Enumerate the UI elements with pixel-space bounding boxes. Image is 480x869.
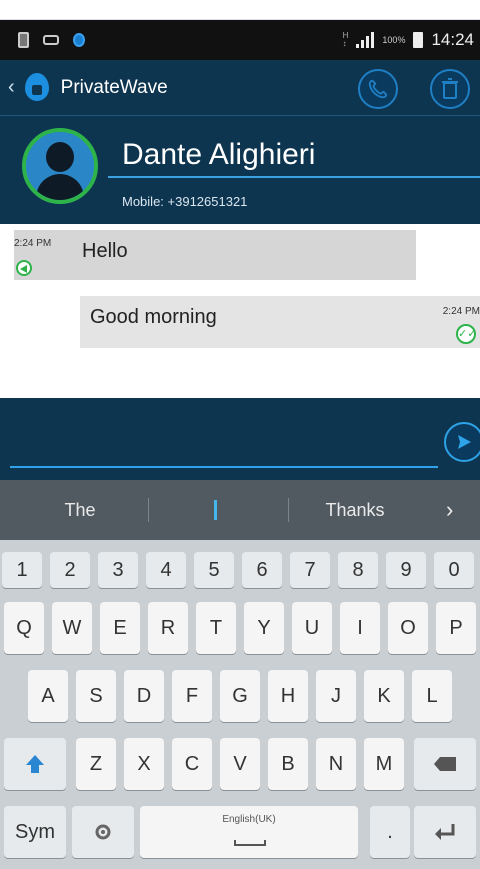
suggestion-divider bbox=[288, 498, 289, 522]
suggestion-left[interactable]: The bbox=[30, 480, 130, 540]
contact-header: Dante Alighieri Mobile: +3912651321 bbox=[0, 116, 480, 224]
key-6[interactable]: 6 bbox=[242, 552, 282, 588]
key-m[interactable]: M bbox=[364, 738, 404, 790]
key-f[interactable]: F bbox=[172, 670, 212, 722]
battery-notification-icon bbox=[18, 32, 29, 48]
message-outgoing[interactable]: Good morning 2:24 PM ✓✓ bbox=[80, 296, 480, 348]
key-u[interactable]: U bbox=[292, 602, 332, 654]
back-chevron-icon[interactable]: ‹ bbox=[8, 76, 15, 99]
key-h[interactable]: H bbox=[268, 670, 308, 722]
backspace-key[interactable] bbox=[414, 738, 476, 790]
key-d[interactable]: D bbox=[124, 670, 164, 722]
key-x[interactable]: X bbox=[124, 738, 164, 790]
key-y[interactable]: Y bbox=[244, 602, 284, 654]
signal-icon bbox=[356, 32, 375, 48]
key-n[interactable]: N bbox=[316, 738, 356, 790]
key-b[interactable]: B bbox=[268, 738, 308, 790]
message-incoming[interactable]: 2:24 PM Hello bbox=[14, 230, 416, 280]
battery-percent: 100% bbox=[382, 35, 406, 45]
shift-key[interactable] bbox=[4, 738, 66, 790]
app-bar: ‹ PrivateWave bbox=[0, 60, 480, 116]
backspace-icon bbox=[434, 757, 456, 771]
contact-name: Dante Alighieri bbox=[122, 138, 316, 171]
enter-return-icon bbox=[435, 824, 455, 840]
key-p[interactable]: P bbox=[436, 602, 476, 654]
delivered-check-icon: ✓✓ bbox=[456, 324, 476, 344]
privatewave-notification-icon bbox=[73, 33, 85, 47]
space-key[interactable]: English(UK) bbox=[140, 806, 358, 858]
key-e[interactable]: E bbox=[100, 602, 140, 654]
key-3[interactable]: 3 bbox=[98, 552, 138, 588]
key-j[interactable]: J bbox=[316, 670, 356, 722]
key-i[interactable]: I bbox=[340, 602, 380, 654]
compose-bar bbox=[0, 398, 480, 480]
call-button[interactable] bbox=[358, 69, 398, 109]
key-g[interactable]: G bbox=[220, 670, 260, 722]
message-text: Hello bbox=[82, 240, 128, 262]
key-8[interactable]: 8 bbox=[338, 552, 378, 588]
name-divider bbox=[108, 176, 480, 178]
key-5[interactable]: 5 bbox=[194, 552, 234, 588]
key-r[interactable]: R bbox=[148, 602, 188, 654]
sym-key[interactable]: Sym bbox=[4, 806, 66, 858]
key-1[interactable]: 1 bbox=[2, 552, 42, 588]
period-key[interactable]: . bbox=[370, 806, 410, 858]
suggestion-bar: The Thanks › bbox=[0, 480, 480, 540]
key-7[interactable]: 7 bbox=[290, 552, 330, 588]
key-q[interactable]: Q bbox=[4, 602, 44, 654]
suggestion-middle[interactable] bbox=[214, 500, 217, 520]
message-text: Good morning bbox=[90, 306, 217, 328]
keyboard: 1 2 3 4 5 6 7 8 9 0 Q W E R T Y U I O P A S D F G H J K L Z X C V B N M Sym E… bbox=[0, 540, 480, 869]
key-z[interactable]: Z bbox=[76, 738, 116, 790]
key-l[interactable]: L bbox=[412, 670, 452, 722]
phone-icon bbox=[368, 79, 388, 99]
key-0[interactable]: 0 bbox=[434, 552, 474, 588]
key-4[interactable]: 4 bbox=[146, 552, 186, 588]
clock: 14:24 bbox=[431, 30, 474, 49]
message-input[interactable] bbox=[10, 422, 438, 468]
contact-phone: Mobile: +3912651321 bbox=[122, 194, 248, 209]
usb-icon bbox=[43, 35, 59, 45]
key-t[interactable]: T bbox=[196, 602, 236, 654]
incoming-arrow-icon bbox=[16, 260, 32, 276]
key-9[interactable]: 9 bbox=[386, 552, 426, 588]
key-o[interactable]: O bbox=[388, 602, 428, 654]
contact-avatar[interactable] bbox=[22, 128, 98, 204]
app-title: PrivateWave bbox=[60, 76, 168, 98]
shift-arrow-icon bbox=[26, 755, 44, 773]
settings-gear-icon bbox=[95, 824, 111, 840]
send-button[interactable] bbox=[444, 422, 480, 462]
key-v[interactable]: V bbox=[220, 738, 260, 790]
battery-icon bbox=[413, 32, 424, 48]
trash-icon bbox=[442, 78, 458, 99]
enter-key[interactable] bbox=[414, 806, 476, 858]
sim-icon: H ↕ bbox=[342, 31, 349, 48]
key-a[interactable]: A bbox=[28, 670, 68, 722]
send-icon bbox=[458, 435, 471, 449]
message-time: 2:24 PM bbox=[442, 306, 480, 317]
key-2[interactable]: 2 bbox=[50, 552, 90, 588]
message-time: 2:24 PM bbox=[14, 238, 52, 249]
space-language-label: English(UK) bbox=[222, 814, 276, 825]
more-suggestions-chevron-icon[interactable]: › bbox=[446, 480, 453, 540]
suggestion-divider bbox=[148, 498, 149, 522]
key-c[interactable]: C bbox=[172, 738, 212, 790]
key-s[interactable]: S bbox=[76, 670, 116, 722]
space-bar-icon bbox=[234, 840, 266, 846]
key-w[interactable]: W bbox=[52, 602, 92, 654]
delete-button[interactable] bbox=[430, 69, 470, 109]
status-bar: H ↕ 100% 14:24 bbox=[0, 20, 480, 60]
key-k[interactable]: K bbox=[364, 670, 404, 722]
settings-key[interactable] bbox=[72, 806, 134, 858]
privatewave-logo-icon[interactable] bbox=[23, 72, 51, 103]
top-strip bbox=[0, 0, 480, 20]
suggestion-right[interactable]: Thanks bbox=[300, 480, 410, 540]
